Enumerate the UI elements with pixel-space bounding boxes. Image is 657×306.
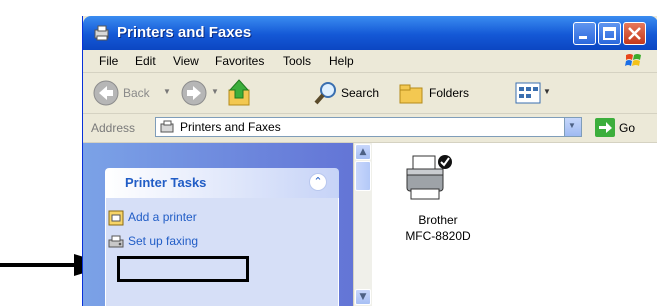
forward-arrow-icon[interactable] <box>181 80 207 106</box>
minimize-button[interactable] <box>573 22 596 45</box>
minimize-icon <box>579 36 587 39</box>
up-folder-icon[interactable] <box>226 78 252 108</box>
menu-edit[interactable]: Edit <box>135 54 156 68</box>
forward-dropdown-icon[interactable]: ▼ <box>211 87 219 96</box>
menu-view[interactable]: View <box>173 54 199 68</box>
task-pane: Printer Tasks ⌃ Add a printer Set up fax… <box>83 143 353 306</box>
address-input[interactable]: Printers and Faxes ▼ <box>155 117 582 137</box>
set-up-faxing-link[interactable]: Set up faxing <box>128 234 198 248</box>
scroll-down-icon[interactable]: ▼ <box>355 289 371 305</box>
printer-folder-icon <box>94 25 109 41</box>
search-button-label[interactable]: Search <box>341 86 379 100</box>
menu-tools[interactable]: Tools <box>283 54 311 68</box>
back-dropdown-icon[interactable]: ▼ <box>163 87 171 96</box>
menu-file[interactable]: File <box>99 54 118 68</box>
content-area: Printer Tasks ⌃ Add a printer Set up fax… <box>83 143 657 306</box>
add-printer-icon <box>108 210 124 226</box>
back-button-label[interactable]: Back <box>123 86 150 100</box>
printer-tasks-body: Add a printer Set up faxing <box>105 198 339 306</box>
address-dropdown-button[interactable]: ▼ <box>564 118 581 136</box>
collapse-chevron-icon[interactable]: ⌃ <box>309 173 327 191</box>
folders-button-label[interactable]: Folders <box>429 86 469 100</box>
go-arrow-icon[interactable] <box>595 118 615 137</box>
maximize-button[interactable] <box>598 22 621 45</box>
folders-icon[interactable] <box>398 80 426 106</box>
go-button-label[interactable]: Go <box>619 121 635 135</box>
printer-tasks-title: Printer Tasks <box>125 175 207 190</box>
printer-tasks-header[interactable]: Printer Tasks ⌃ <box>105 168 339 198</box>
menu-bar: File Edit View Favorites Tools Help <box>83 50 657 73</box>
address-bar: Address Printers and Faxes ▼ Go <box>83 114 657 143</box>
task-pane-scrollbar[interactable]: ▲ ▼ <box>353 143 372 306</box>
explorer-window: Printers and Faxes File Edit View Favori… <box>82 16 657 306</box>
views-dropdown-icon[interactable]: ▼ <box>543 87 551 96</box>
fax-setup-icon <box>108 235 124 248</box>
windows-logo-icon <box>625 54 641 66</box>
close-button[interactable] <box>623 22 646 45</box>
highlight-box <box>117 256 249 282</box>
back-arrow-icon[interactable] <box>93 80 119 106</box>
standard-toolbar: Back ▼ ▼ Search Folders ▼ <box>83 73 657 114</box>
printer-icon[interactable] <box>399 153 463 209</box>
address-value: Printers and Faxes <box>180 120 281 134</box>
scroll-thumb[interactable] <box>355 161 371 191</box>
address-label: Address <box>91 121 136 135</box>
close-icon <box>628 27 641 40</box>
scroll-up-icon[interactable]: ▲ <box>355 144 371 160</box>
menu-favorites[interactable]: Favorites <box>215 54 264 68</box>
printer-name-line1[interactable]: Brother <box>383 213 493 227</box>
window-title: Printers and Faxes <box>117 24 252 41</box>
views-icon[interactable] <box>515 82 541 104</box>
maximize-icon <box>603 27 616 40</box>
chevron-down-icon: ▼ <box>568 121 576 130</box>
title-bar[interactable]: Printers and Faxes <box>83 16 657 50</box>
printers-folder-icon <box>160 120 174 133</box>
printer-name-line2[interactable]: MFC-8820D <box>383 229 493 243</box>
search-icon[interactable] <box>313 80 339 106</box>
menu-help[interactable]: Help <box>329 54 354 68</box>
add-printer-link[interactable]: Add a printer <box>128 210 197 224</box>
